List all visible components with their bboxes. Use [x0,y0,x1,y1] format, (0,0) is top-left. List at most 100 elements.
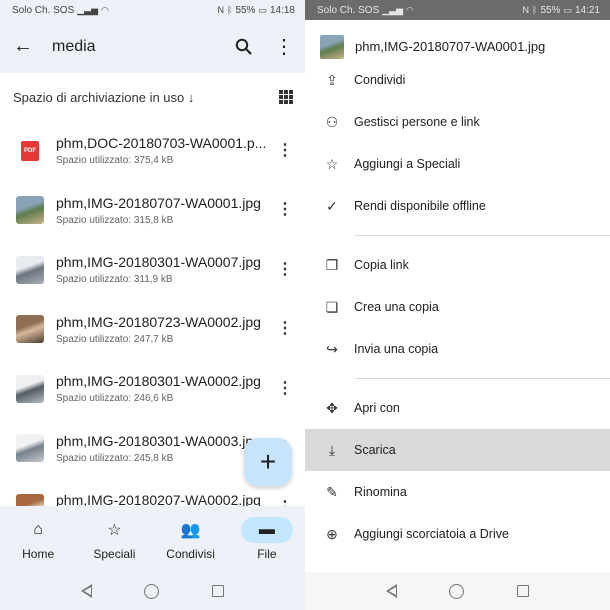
nav-label: File [257,547,277,561]
app-bar: ← media ⋮ [0,20,305,73]
menu-item-aggiungi-scorciatoia-a-drive[interactable]: ⊕ Aggiungi scorciatoia a Drive [305,513,610,555]
nav-item-home[interactable]: ⌂ Home [0,506,76,572]
status-bar: Solo Ch. SOS ▁▃▅ ◠ N ᛒ 55% ▭ 14:21 [305,0,610,20]
grid-view-icon[interactable] [279,90,293,104]
overflow-menu-icon[interactable]: ⋮ [271,34,297,60]
copy-link-icon: ❐ [325,256,339,273]
nav-label: Condivisi [166,547,215,561]
image-thumbnail [16,255,44,284]
file-size: Spazio utilizzato: 246,6 kB [56,393,174,405]
image-thumbnail [16,374,44,403]
system-recents-icon[interactable] [211,585,224,597]
system-home-icon[interactable] [144,583,160,599]
carrier-label: Solo Ch. SOS [12,4,75,16]
nav-item-speciali[interactable]: ☆ Speciali [76,506,152,572]
file-actions-sheet-screen: Solo Ch. SOS ▁▃▅ ◠ N ᛒ 55% ▭ 14:21 phm,I… [305,0,610,610]
battery-level: 55% [235,4,256,16]
menu-item-copia-link[interactable]: ❐ Copia link [305,244,610,286]
menu-item-label: Scarica [354,443,396,457]
status-bar: Solo Ch. SOS ▁▃▅ ◠ N ᛒ 55% ▭ 14:18 [0,0,305,20]
wifi-icon: ◠ [101,4,109,15]
image-thumbnail [16,493,44,506]
nav-item-condivisi[interactable]: 👥 Condivisi [153,506,229,572]
file-row[interactable]: PDF phm,DOC-20180703-WA0001.p... Spazio ut… [0,121,305,181]
file-row[interactable]: phm,IMG-20180301-WA0007.jpg Spazio utiliz… [0,240,305,300]
nav-item-file[interactable]: ▬ File [229,506,305,572]
menu-item-crea-una-copia[interactable]: ❏ Crea una copia [305,286,610,328]
file-row[interactable]: phm,IMG-20180707-WA0001.jpg Spazio utiliz… [0,181,305,241]
menu-item-scarica[interactable]: ⤓ Scarica [305,429,610,471]
menu-item-aggiungi-a-speciali[interactable]: ☆ Aggiungi a Speciali [305,143,610,185]
file-info: phm,IMG-20180301-WA0002.jpg Spazio utiliz… [56,373,275,404]
system-back-icon[interactable] [81,584,93,598]
menu-item-label: Copia link [354,258,409,272]
menu-item-label: Gestisci persone e link [354,115,480,129]
image-thumbnail [16,434,44,463]
menu-item-sposta[interactable]: ➔Sposta [305,555,610,558]
system-home-icon[interactable] [449,583,465,599]
image-thumbnail [16,196,44,225]
signal-icon: ▁▃▅ [382,4,404,15]
file-more-icon[interactable]: ⋮ [275,142,295,159]
file-row[interactable]: phm,IMG-20180301-WA0002.jpg Spazio utiliz… [0,359,305,419]
file-info: phm,IMG-20180707-WA0001.jpg Spazio utiliz… [56,195,275,226]
file-info: phm,DOC-20180703-WA0001.p... Spazio utili… [56,135,275,166]
file-size: Spazio utilizzato: 245,8 kB [56,452,174,464]
system-back-icon[interactable] [386,584,398,598]
menu-item-gestisci-persone-e-link[interactable]: ⚇ Gestisci persone e link [305,101,610,143]
copy-icon: ❏ [325,298,339,315]
menu-item-label: Condividi [354,73,406,87]
share-icon: ⇪ [326,71,338,88]
file-row[interactable]: phm,IMG-20180723-WA0002.jpg Spazio utiliz… [0,300,305,360]
sheet-title: phm,IMG-20180707-WA0001.jpg [355,39,546,54]
battery-icon: ▭ [563,4,572,15]
clock: 14:21 [574,4,600,16]
search-icon[interactable] [231,34,257,60]
sort-button[interactable]: Spazio di archiviazione in uso ↓ [13,90,194,105]
menu-item-label: Aggiungi scorciatoia a Drive [354,527,509,541]
star-icon: ☆ [107,522,122,539]
file-size: Spazio utilizzato: 247,7 kB [56,333,174,345]
menu-item-rendi-disponibile-offline[interactable]: ✓ Rendi disponibile offline [305,185,610,227]
plus-icon: + [259,446,277,477]
menu-item-label: Crea una copia [354,300,439,314]
file-more-icon[interactable]: ⋮ [275,202,295,218]
actions-menu: ⇪ Condividi ⚇ Gestisci persone e link ☆ Aggiu… [305,59,610,558]
bottom-navigation: ⌂ Home ☆ Speciali 👥 Condivisi ▬ File [0,506,305,572]
file-more-icon[interactable]: ⋮ [275,321,295,337]
file-info: phm,IMG-20180301-WA0003.jpg Spazio utiliz… [56,433,275,464]
open-with-icon: ✥ [326,399,338,416]
file-more-icon[interactable]: ⋮ [275,261,295,278]
people-icon: 👥 [180,522,201,539]
system-navigation-bar [0,572,305,610]
add-shortcut-icon: ⊕ [326,525,338,542]
menu-item-invia-una-copia[interactable]: ↪ Invia una copia [305,328,610,370]
menu-item-apri-con[interactable]: ✥ Apri con [305,387,610,429]
sort-row: Spazio di archiviazione in uso ↓ [0,73,305,121]
file-more-icon[interactable]: ⋮ [275,380,295,397]
carrier-label: Solo Ch. SOS [317,4,380,16]
battery-level: 55% [540,4,561,16]
bluetooth-icon: ᛒ [227,5,233,15]
wifi-icon: ◠ [406,4,414,15]
file-name: phm,IMG-20180301-WA0003.jpg [56,432,261,449]
file-name: phm,IMG-20180723-WA0002.jpg [56,313,261,330]
new-fab-button[interactable]: + [244,438,292,486]
back-arrow-icon[interactable]: ← [10,34,36,60]
nav-label: Home [22,547,55,561]
battery-icon: ▭ [258,4,267,15]
system-recents-icon[interactable] [516,585,529,597]
file-name: phm,IMG-20180301-WA0007.jpg [56,254,261,271]
pdf-file-icon: PDF [21,140,39,161]
file-info: phm,IMG-20180723-WA0002.jpg Spazio utiliz… [56,314,275,345]
nav-label: Speciali [93,547,136,561]
menu-divider [355,235,610,236]
system-navigation-bar [305,572,610,610]
signal-icon: ▁▃▅ [77,4,99,15]
menu-item-rinomina[interactable]: ✎ Rinomina [305,471,610,513]
file-size: Spazio utilizzato: 375,4 kB [56,155,174,167]
bluetooth-icon: ᛒ [532,5,538,15]
image-thumbnail [16,315,44,344]
menu-item-condividi[interactable]: ⇪ Condividi [305,59,610,101]
menu-item-label: Rendi disponibile offline [354,199,486,213]
